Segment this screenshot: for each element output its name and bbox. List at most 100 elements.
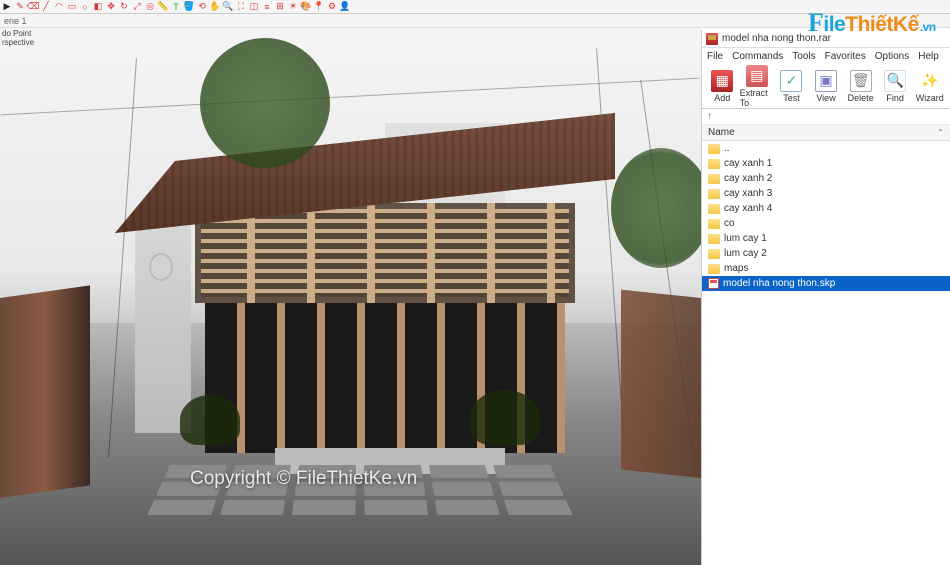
folder-icon: [708, 204, 720, 214]
eraser-icon[interactable]: ⌫: [28, 2, 38, 12]
zoom-icon[interactable]: 🔍: [223, 2, 233, 12]
list-item[interactable]: cay xanh 4: [702, 201, 950, 216]
tool-view[interactable]: ▣View: [809, 68, 844, 105]
layer-icon[interactable]: ≡: [262, 2, 272, 12]
tape-icon[interactable]: 📏: [158, 2, 168, 12]
delete-icon: 🗑: [850, 70, 872, 92]
menu-file[interactable]: File: [707, 51, 723, 62]
tool-wizard[interactable]: ✨Wizard: [912, 68, 947, 105]
paint-icon[interactable]: 🪣: [184, 2, 194, 12]
file-name: cay xanh 4: [724, 203, 772, 214]
tool-extract-to[interactable]: ▤Extract To: [740, 63, 775, 110]
list-item[interactable]: lum cay 1: [702, 231, 950, 246]
circle-icon[interactable]: ○: [80, 2, 90, 12]
skp-icon: [708, 278, 719, 289]
folder-icon: [708, 189, 720, 199]
list-item[interactable]: cay xanh 2: [702, 171, 950, 186]
list-item[interactable]: cay xanh 3: [702, 186, 950, 201]
position-icon[interactable]: 📍: [314, 2, 324, 12]
brand-logo: FileThiếtKế.vn: [808, 8, 948, 32]
file-name: co: [724, 218, 735, 229]
tool-add[interactable]: ▦Add: [705, 68, 740, 105]
folder-icon: [708, 234, 720, 244]
tool-test[interactable]: ✓Test: [774, 68, 809, 105]
list-item[interactable]: co: [702, 216, 950, 231]
list-item[interactable]: model nha nong thon.skp: [702, 276, 950, 291]
add-icon: ▦: [711, 70, 733, 92]
file-list[interactable]: .. cay xanh 1 cay xanh 2 cay xanh 3 cay xanh…: [702, 141, 950, 291]
file-name: cay xanh 1: [724, 158, 772, 169]
file-name: ..: [724, 143, 730, 154]
tree-center: [200, 38, 330, 168]
left-brick-wall: [0, 285, 90, 498]
extract-to-icon: ▤: [746, 65, 768, 87]
menu-help[interactable]: Help: [918, 51, 939, 62]
file-name: lum cay 1: [724, 233, 767, 244]
file-name: maps: [724, 263, 748, 274]
pan-icon[interactable]: ✋: [210, 2, 220, 12]
folder-icon: [708, 144, 720, 154]
right-brick-wall: [621, 290, 701, 478]
tool-label: Wizard: [916, 93, 944, 103]
folder-icon: [708, 264, 720, 274]
text-icon[interactable]: T: [171, 2, 181, 12]
tool-label: View: [816, 93, 835, 103]
folder-icon: [708, 249, 720, 259]
file-name: cay xanh 2: [724, 173, 772, 184]
scale-icon[interactable]: ⤢: [132, 2, 142, 12]
zoomext-icon[interactable]: ⛶: [236, 2, 246, 12]
tool-label: Find: [886, 93, 904, 103]
render-scene: [0, 28, 701, 565]
winrar-path-bar[interactable]: ↑: [702, 109, 950, 125]
list-item[interactable]: lum cay 2: [702, 246, 950, 261]
tool-find[interactable]: 🔍Find: [878, 68, 913, 105]
offset-icon[interactable]: ◎: [145, 2, 155, 12]
up-arrow-icon[interactable]: ↑: [707, 111, 712, 122]
column-name: Name: [708, 127, 735, 138]
plugin-icon[interactable]: ⚙: [327, 2, 337, 12]
pencil-icon[interactable]: ✎: [15, 2, 25, 12]
menu-options[interactable]: Options: [875, 51, 909, 62]
tool-label: Add: [714, 93, 730, 103]
winrar-toolbar: ▦Add▤Extract To✓Test▣View🗑Delete🔍Find✨Wi…: [702, 64, 950, 109]
file-name: model nha nong thon.skp: [723, 278, 835, 289]
menu-commands[interactable]: Commands: [732, 51, 783, 62]
tool-label: Test: [783, 93, 800, 103]
menu-favorites[interactable]: Favorites: [825, 51, 866, 62]
move-icon[interactable]: ✥: [106, 2, 116, 12]
menu-tools[interactable]: Tools: [792, 51, 815, 62]
style-icon[interactable]: 🎨: [301, 2, 311, 12]
file-name: lum cay 2: [724, 248, 767, 259]
push-icon[interactable]: ◧: [93, 2, 103, 12]
person-icon[interactable]: 👤: [340, 2, 350, 12]
arc-icon[interactable]: ◠: [54, 2, 64, 12]
scene-tab[interactable]: ene 1: [4, 16, 27, 26]
list-item[interactable]: maps: [702, 261, 950, 276]
winrar-window: model nha nong thon.rar File Commands To…: [701, 30, 950, 565]
rect-icon[interactable]: ▭: [67, 2, 77, 12]
viewport-3d[interactable]: do Point rspective Copyright © FileThiet…: [0, 28, 701, 565]
folder-icon: [708, 219, 720, 229]
line-icon[interactable]: ╱: [41, 2, 51, 12]
orbit-icon[interactable]: ⟲: [197, 2, 207, 12]
section-icon[interactable]: ◫: [249, 2, 259, 12]
list-item[interactable]: cay xanh 1: [702, 156, 950, 171]
bush-right: [470, 390, 540, 445]
column-header[interactable]: Name ⌃: [702, 125, 950, 141]
shadow-icon[interactable]: ☀: [288, 2, 298, 12]
pointer-icon[interactable]: ▶: [2, 2, 12, 12]
view-icon: ▣: [815, 70, 837, 92]
folder-icon: [708, 159, 720, 169]
tool-label: Extract To: [740, 88, 775, 108]
paving-grid: [147, 465, 574, 517]
test-icon: ✓: [780, 70, 802, 92]
rotate-icon[interactable]: ↻: [119, 2, 129, 12]
folder-icon: [708, 174, 720, 184]
rar-icon: [706, 33, 718, 45]
outliner-icon[interactable]: ⊞: [275, 2, 285, 12]
find-icon: 🔍: [884, 70, 906, 92]
sort-arrow-icon: ⌃: [937, 128, 944, 137]
wizard-icon: ✨: [919, 70, 941, 92]
tool-delete[interactable]: 🗑Delete: [843, 68, 878, 105]
list-item[interactable]: ..: [702, 141, 950, 156]
